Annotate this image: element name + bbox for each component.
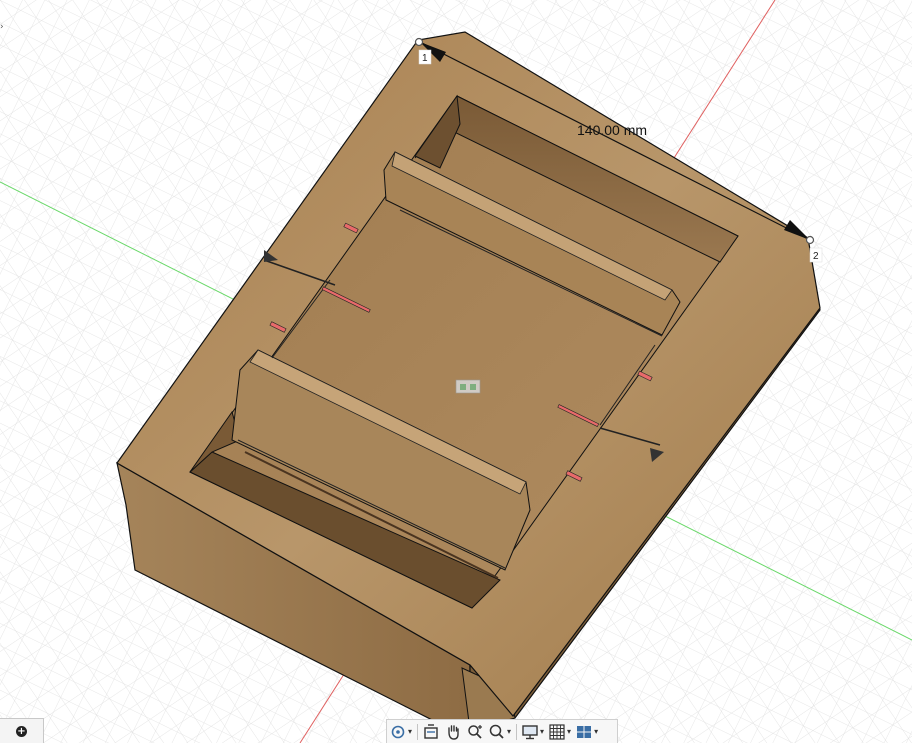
grid-dropdown-icon[interactable]: ▾ xyxy=(567,727,571,736)
add-button[interactable]: + xyxy=(0,718,44,743)
add-icon: + xyxy=(16,725,27,737)
fit-dropdown-icon[interactable]: ▾ xyxy=(507,727,511,736)
look-at-icon xyxy=(424,723,438,739)
toolbar-separator xyxy=(417,723,419,740)
point-2-label: 2 xyxy=(813,251,819,262)
zoom-icon xyxy=(468,724,483,739)
display-settings-tool[interactable]: ▾ xyxy=(521,721,544,743)
dimension-value[interactable]: 140.00 mm xyxy=(577,122,647,138)
origin-marker-icon[interactable] xyxy=(455,379,481,394)
viewports-dropdown-icon[interactable]: ▾ xyxy=(594,727,598,736)
viewports-tool[interactable]: ▾ xyxy=(575,721,598,743)
canvas-viewport[interactable]: 1 2 140.00 mm xyxy=(0,0,912,743)
navigation-toolbar: ▾ ▾ ▾ ▾ ▾ xyxy=(386,719,618,743)
point-1-label: 1 xyxy=(422,53,428,64)
pan-tool[interactable] xyxy=(444,721,462,743)
look-at-tool[interactable] xyxy=(422,721,440,743)
dimension-point-1[interactable] xyxy=(414,37,424,47)
toolbar-separator xyxy=(516,723,518,740)
fit-tool[interactable]: ▾ xyxy=(488,721,511,743)
zoom-fit-icon xyxy=(489,724,504,739)
dimension-point-2[interactable] xyxy=(805,235,815,245)
grid-icon xyxy=(549,723,565,740)
orbit-tool[interactable]: ▾ xyxy=(389,721,412,743)
orbit-icon xyxy=(391,725,405,738)
pan-hand-icon xyxy=(448,724,459,740)
display-dropdown-icon[interactable]: ▾ xyxy=(540,727,544,736)
grid-tool[interactable]: ▾ xyxy=(548,721,571,743)
orbit-dropdown-icon[interactable]: ▾ xyxy=(408,727,412,736)
zoom-tool[interactable] xyxy=(466,721,484,743)
display-monitor-icon xyxy=(522,724,538,739)
viewports-icon xyxy=(577,725,592,738)
corner-chevron-icon[interactable]: › xyxy=(0,22,4,32)
